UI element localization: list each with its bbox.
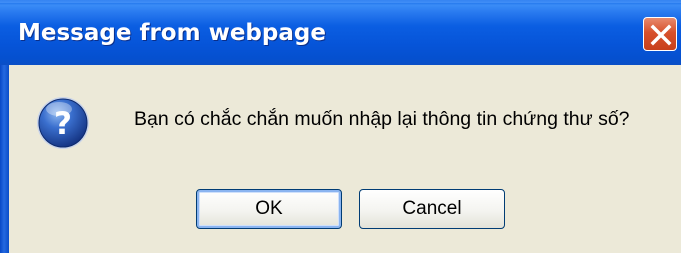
window-border <box>0 65 9 253</box>
svg-text:?: ? <box>54 106 72 142</box>
question-icon: ? <box>37 97 89 149</box>
ok-button[interactable]: OK <box>196 189 342 229</box>
cancel-button[interactable]: Cancel <box>359 189 505 229</box>
title-bar[interactable]: Message from webpage <box>0 0 681 65</box>
message-dialog: Message from webpage ? Bạn có chắc chắn … <box>0 0 681 253</box>
close-button[interactable] <box>643 17 677 51</box>
dialog-title: Message from webpage <box>18 20 326 46</box>
dialog-message: Bạn có chắc chắn muốn nhập lại thông tin… <box>134 108 630 130</box>
close-icon <box>650 24 672 46</box>
